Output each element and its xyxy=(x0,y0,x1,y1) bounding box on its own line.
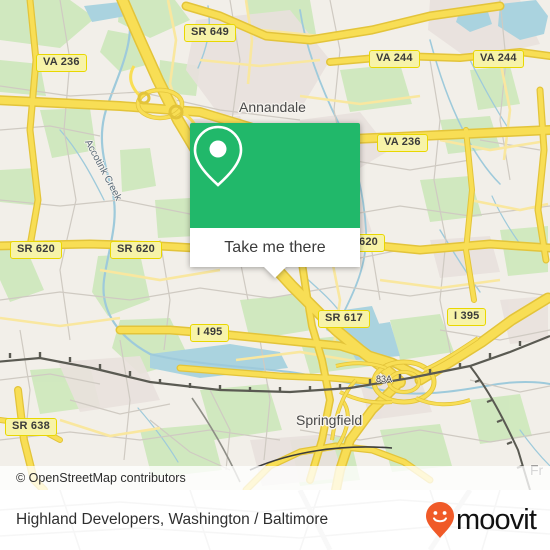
map-attribution-bar: © OpenStreetMap contributors xyxy=(0,466,550,490)
moovit-logo[interactable]: moovit xyxy=(425,501,537,539)
moovit-smiley-pin-icon xyxy=(425,502,454,538)
take-me-there-button[interactable]: Take me there xyxy=(190,228,360,278)
road-shield-i-495[interactable]: I 495 xyxy=(190,324,230,342)
road-shield-va-236-e[interactable]: VA 236 xyxy=(377,134,428,152)
road-shield-va-244-a[interactable]: VA 244 xyxy=(369,50,420,68)
location-popup[interactable]: Take me there xyxy=(190,123,360,278)
road-shield-va-236-w[interactable]: VA 236 xyxy=(36,54,87,72)
attribution-text[interactable]: © OpenStreetMap contributors xyxy=(16,471,186,485)
take-me-there-label: Take me there xyxy=(224,238,326,256)
place-label-annandale: Annandale xyxy=(239,99,306,115)
road-shield-sr-620-w[interactable]: SR 620 xyxy=(10,241,62,259)
road-shield-sr-638[interactable]: SR 638 xyxy=(5,418,57,436)
road-label-83a: 83A xyxy=(376,374,393,384)
popup-header xyxy=(190,123,360,228)
moovit-wordmark: moovit xyxy=(455,503,537,536)
page-title: Highland Developers, Washington / Baltim… xyxy=(16,511,329,528)
map-canvas[interactable]: SR 649 VA 236 VA 244 VA 244 VA 236 SR 62… xyxy=(0,0,550,490)
map-screenshot: SR 649 VA 236 VA 244 VA 244 VA 236 SR 62… xyxy=(0,0,550,550)
place-label-springfield: Springfield xyxy=(296,412,363,428)
road-shield-va-244-b[interactable]: VA 244 xyxy=(473,50,524,68)
road-shield-sr-649[interactable]: SR 649 xyxy=(184,24,236,42)
map-pin-icon xyxy=(193,125,243,187)
road-shield-sr-617[interactable]: SR 617 xyxy=(318,310,370,328)
popup-tail xyxy=(264,267,286,278)
footer-bar: Highland Developers, Washington / Baltim… xyxy=(0,490,550,550)
road-shield-sr-620-c[interactable]: SR 620 xyxy=(110,241,162,259)
road-shield-i-395[interactable]: I 395 xyxy=(447,308,487,326)
